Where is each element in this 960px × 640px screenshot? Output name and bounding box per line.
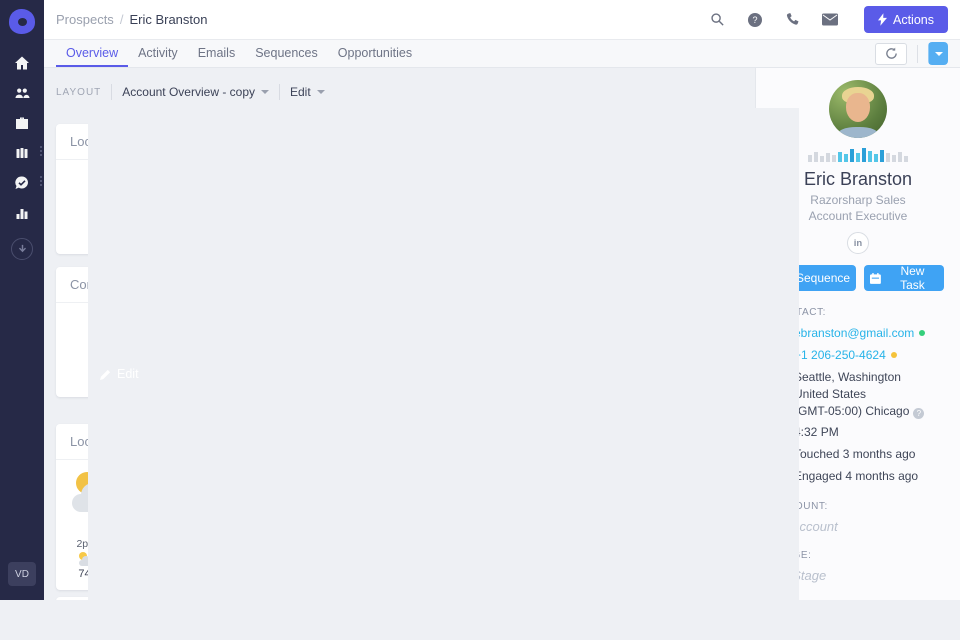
sparkline-bar [832, 155, 837, 162]
top-header: Prospects / Eric Branston ? Actions [44, 0, 960, 40]
tab-opportunities[interactable]: Opportunities [328, 40, 422, 67]
phone-button[interactable] [785, 12, 800, 27]
layout-bar: LAYOUT Account Overview - copy Edit [56, 82, 325, 102]
layout-label: LAYOUT [56, 87, 101, 98]
search-icon [710, 12, 725, 27]
overflow-dots [40, 176, 43, 186]
help-button[interactable]: ? [747, 12, 763, 28]
tab-sequences[interactable]: Sequences [245, 40, 328, 67]
sparkline-bar [904, 156, 909, 162]
email-status-dot [919, 330, 925, 336]
sparkline-bar [892, 155, 897, 162]
edit-split-button[interactable]: Edit [928, 42, 948, 65]
home-icon [14, 55, 30, 71]
chevron-down-icon [317, 90, 325, 94]
tab-overview[interactable]: Overview [56, 40, 128, 67]
divider [111, 84, 112, 100]
prospect-role: Account Executive [809, 209, 908, 223]
breadcrumb-prospects[interactable]: Prospects [56, 12, 114, 27]
sparkline-bar [898, 152, 903, 162]
mail-icon [822, 13, 838, 26]
sidebar-item-conversations[interactable] [0, 168, 44, 198]
refresh-button[interactable] [875, 43, 907, 65]
email-button[interactable] [822, 13, 838, 26]
overflow-dots [40, 146, 43, 156]
sparkline-bar [850, 149, 855, 162]
sparkline-bar [820, 156, 825, 162]
engaged-status: Engaged 4 months ago [794, 468, 918, 485]
user-avatar[interactable]: VD [8, 562, 36, 586]
help-icon: ? [747, 12, 763, 28]
tab-activity[interactable]: Activity [128, 40, 188, 67]
sparkline-bar [868, 151, 873, 162]
sparkline-bar [862, 148, 867, 162]
sparkline-bar [844, 154, 849, 162]
people-icon [14, 85, 30, 101]
sparkline-bar [814, 152, 819, 162]
new-task-button[interactable]: New Task [864, 265, 944, 291]
breadcrumb-separator: / [120, 12, 124, 27]
svg-text:?: ? [752, 15, 757, 25]
phone-icon [785, 12, 800, 27]
bar-chart-icon [14, 205, 30, 221]
linkedin-button[interactable]: in [847, 232, 869, 254]
phone-status-dot [891, 352, 897, 358]
divider [917, 45, 918, 63]
prospect-local-time: 4:32 PM [794, 424, 839, 441]
prospect-email-link[interactable]: ebranston@gmail.com [794, 326, 914, 340]
prospect-phone-link[interactable]: +1 206-250-4624 [794, 348, 886, 362]
sparkline-bar [886, 153, 891, 162]
sidebar-item-people[interactable] [0, 78, 44, 108]
actions-button[interactable]: Actions [864, 6, 948, 33]
page-title: Eric Branston [129, 12, 207, 27]
edit-dropdown-caret[interactable] [928, 42, 948, 65]
lightning-icon [878, 13, 887, 26]
sidebar-item-accounts[interactable] [0, 108, 44, 138]
divider [279, 84, 280, 100]
tab-bar: Overview Activity Emails Sequences Oppor… [44, 40, 960, 68]
chevron-down-icon [261, 90, 269, 94]
refresh-icon [885, 47, 898, 60]
cadence-book-icon [14, 145, 30, 161]
download-icon [17, 244, 28, 255]
sparkline-bar [838, 152, 843, 162]
prospect-location: Seattle, Washington United States (GMT-0… [794, 369, 924, 419]
download-button[interactable] [11, 238, 33, 260]
layout-view-select[interactable]: Account Overview - copy [122, 85, 269, 99]
sparkline-bar [880, 150, 885, 162]
calendar-icon [870, 273, 881, 284]
sparkline-bar [856, 153, 861, 162]
sidebar-item-analytics[interactable] [0, 198, 44, 228]
prospect-photo[interactable] [829, 80, 887, 138]
sparkline-bar [874, 154, 879, 162]
layout-edit-menu[interactable]: Edit [290, 85, 325, 99]
sidebar-item-cadences[interactable] [0, 138, 44, 168]
touched-status: Touched 3 months ago [794, 446, 915, 463]
sparkline-bar [826, 153, 831, 162]
prospect-company: Razorsharp Sales [810, 193, 905, 207]
timezone-help-icon[interactable]: ? [913, 408, 924, 419]
briefcase-icon [14, 115, 30, 131]
app-logo-icon[interactable] [9, 9, 35, 34]
app-sidebar: VD [0, 0, 44, 600]
search-button[interactable] [710, 12, 725, 27]
sidebar-item-home[interactable] [0, 48, 44, 78]
sparkline-bar [808, 155, 813, 162]
chat-check-icon [14, 175, 30, 191]
tab-emails[interactable]: Emails [188, 40, 246, 67]
